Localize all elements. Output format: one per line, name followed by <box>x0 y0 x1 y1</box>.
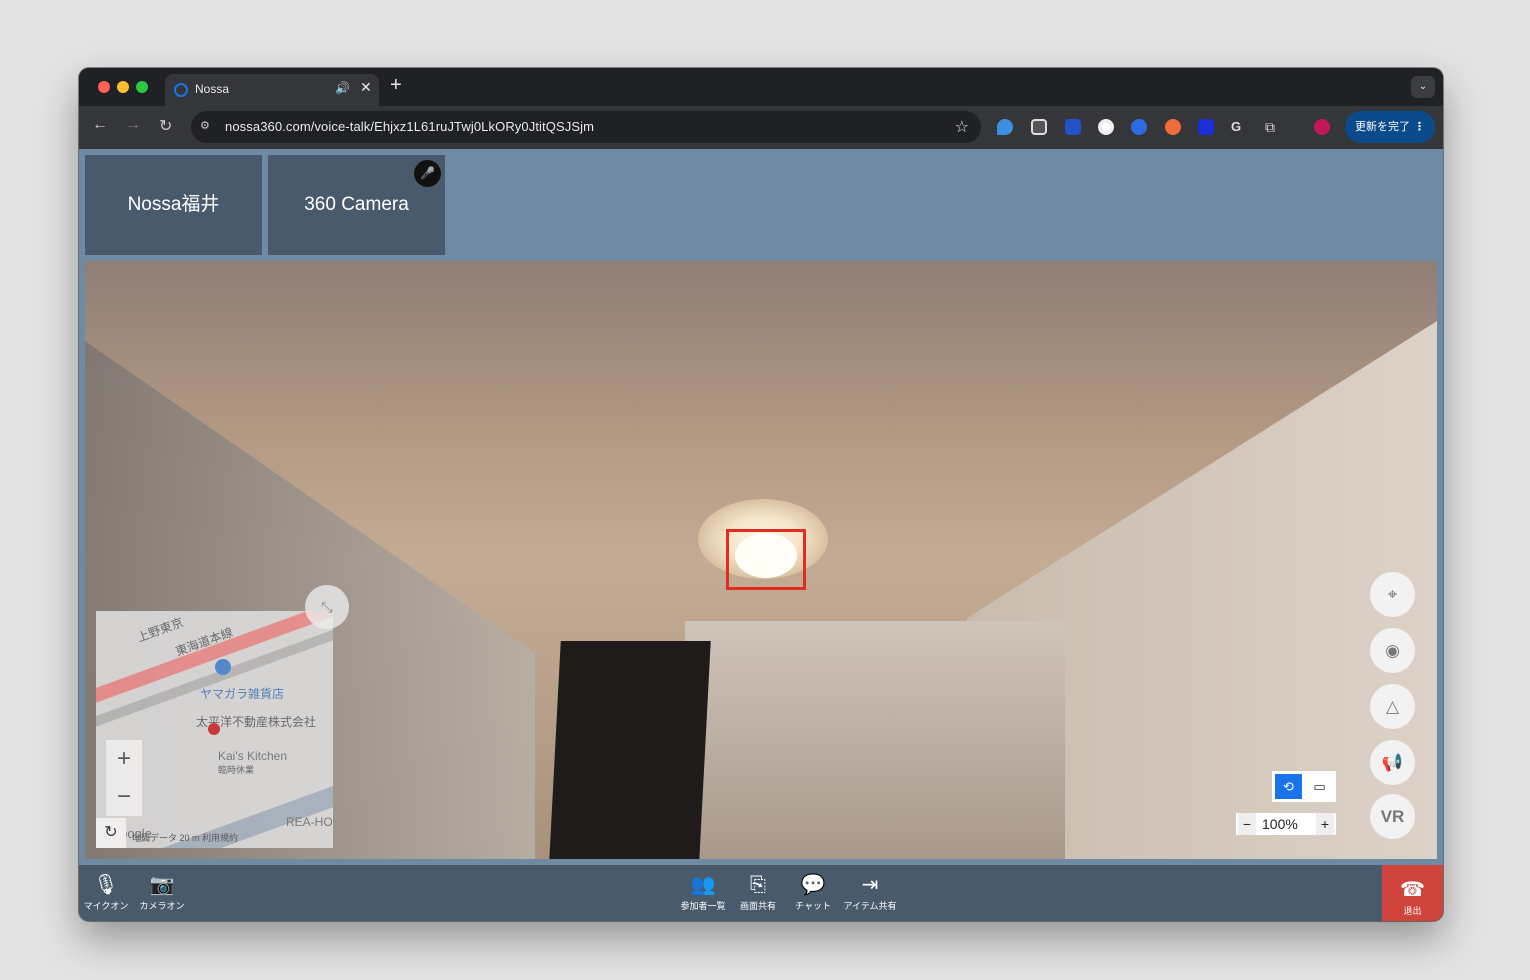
participants-button-label: 参加者一覧 <box>680 901 726 911</box>
participant-name: 360 Camera <box>304 194 409 215</box>
speaker-icon[interactable]: 🔊 <box>335 81 350 95</box>
update-button[interactable]: 更新を完了 ⋮ <box>1345 111 1435 143</box>
screen-share-button[interactable]: ⎘ 画面共有 <box>728 873 788 912</box>
map-zoom-in-button[interactable]: + <box>106 740 142 778</box>
browser-menu-icon[interactable]: ⋮ <box>1414 111 1425 143</box>
update-button-label: 更新を完了 <box>1355 121 1410 133</box>
extension-shield-icon[interactable] <box>1065 119 1081 135</box>
profile-avatar[interactable] <box>1314 119 1330 135</box>
participant-name: Nossa福井 <box>127 194 220 215</box>
camera-off-icon: 📷 <box>149 874 175 896</box>
pointer-icon[interactable]: △ <box>1370 684 1415 729</box>
tab-title: Nossa <box>195 82 230 96</box>
view-mode-toggle: ⟲ ▭ <box>1272 771 1336 802</box>
hang-up-icon: ☎ <box>1400 879 1425 901</box>
participant-tile-360-camera[interactable]: 360 Camera 🎤 <box>268 155 445 255</box>
chat-button[interactable]: 💬 チャット <box>783 873 843 912</box>
map-reset-icon[interactable]: ↻ <box>96 818 126 848</box>
place-marker-icon[interactable]: ⌖ <box>1370 572 1415 617</box>
people-icon: 👥 <box>690 874 716 896</box>
map-zoom-control: + − <box>106 740 142 816</box>
call-controls-bar: 🎙 マイクオン 📷 カメラオン 👥 参加者一覧 ⎘ 画面共有 💬 チャット ⇥ <box>79 865 1443 921</box>
maximize-window-button[interactable] <box>136 81 148 93</box>
extensions-puzzle-icon[interactable]: ⧉ <box>1265 119 1281 135</box>
close-window-button[interactable] <box>98 81 110 93</box>
item-share-icon: ⇥ <box>861 874 879 896</box>
zoom-in-button[interactable]: + <box>1316 813 1334 835</box>
highlight-box <box>726 529 806 590</box>
leave-button-label: 退出 <box>1403 906 1422 916</box>
map-label: Kai's Kitchen <box>218 749 287 763</box>
item-share-button[interactable]: ⇥ アイテム共有 <box>840 873 900 912</box>
camera-button-label: カメラオン <box>139 901 185 911</box>
current-location-dot <box>208 723 220 735</box>
new-tab-button[interactable]: + <box>390 74 402 97</box>
reload-icon[interactable]: ↻ <box>159 116 172 136</box>
mic-button-label: マイクオン <box>83 901 129 911</box>
extension-qr-icon[interactable] <box>1031 119 1047 135</box>
map-label: 臨時休業 <box>218 765 255 775</box>
scene-door <box>549 641 711 859</box>
tab-search-button[interactable]: ⌄ <box>1411 76 1435 98</box>
extension-blue-icon[interactable] <box>1198 119 1214 135</box>
record-icon[interactable]: ◉ <box>1370 628 1415 673</box>
flat-view-icon[interactable]: ▭ <box>1306 774 1333 799</box>
browser-toolbar: ← → ↻ ⚙ nossa360.com/voice-talk/Ehjxz1L6… <box>79 106 1443 149</box>
camera-button[interactable]: 📷 カメラオン <box>132 873 192 912</box>
site-info-icon[interactable]: ⚙ <box>200 119 214 133</box>
address-bar[interactable]: ⚙ nossa360.com/voice-talk/Ehjxz1L61ruJTw… <box>191 111 981 143</box>
microphone-icon: 🎤 <box>414 160 441 187</box>
tab-bar: Nossa 🔊 ✕ + ⌄ <box>79 68 1443 106</box>
url-text: nossa360.com/voice-talk/Ehjxz1L61ruJTwj0… <box>225 119 595 134</box>
extension-record-icon[interactable] <box>1098 119 1114 135</box>
zoom-control: − 100% + <box>1236 813 1336 835</box>
extension-g-icon[interactable]: G <box>1231 119 1247 135</box>
map-pin-icon[interactable] <box>215 659 231 675</box>
nossa-favicon-icon <box>174 83 188 97</box>
leave-button[interactable]: ☎ 退出 <box>1382 865 1443 921</box>
vr-button[interactable]: VR <box>1370 794 1415 839</box>
map-label: ヤマガラ雑貨店 <box>200 687 285 701</box>
chat-icon: 💬 <box>800 874 826 896</box>
participants-button[interactable]: 👥 参加者一覧 <box>673 873 733 912</box>
call-content: Nossa福井 360 Camera 🎤 上野東京 東海道本線 ヤマガラ雑貨店 … <box>79 149 1443 921</box>
announce-icon[interactable]: 📢 <box>1370 740 1415 785</box>
bookmark-star-icon[interactable]: ☆ <box>955 117 969 137</box>
zoom-out-button[interactable]: − <box>1238 813 1256 835</box>
minimize-window-button[interactable] <box>117 81 129 93</box>
screen-share-icon: ⎘ <box>750 874 766 896</box>
screen-share-button-label: 画面共有 <box>739 901 776 911</box>
map-zoom-out-button[interactable]: − <box>106 778 142 816</box>
mic-button[interactable]: 🎙 マイクオン <box>79 873 136 912</box>
browser-window: Nossa 🔊 ✕ + ⌄ ← → ↻ ⚙ nossa360.com/voice… <box>79 68 1443 921</box>
collapse-map-icon[interactable]: ⤡ <box>305 585 349 629</box>
extension-bolt-icon[interactable] <box>1131 119 1147 135</box>
panorama-viewer[interactable]: 上野東京 東海道本線 ヤマガラ雑貨店 太平洋不動産株式会社 Kai's Kitc… <box>85 261 1437 859</box>
participant-tile-nossa[interactable]: Nossa福井 <box>85 155 262 255</box>
map-label: REA-HO <box>286 815 333 829</box>
item-share-button-label: アイテム共有 <box>843 901 897 911</box>
close-tab-icon[interactable]: ✕ <box>360 79 372 96</box>
forward-icon[interactable]: → <box>125 116 141 134</box>
zoom-value: 100% <box>1262 816 1298 832</box>
panorama-view-icon[interactable]: ⟲ <box>1275 774 1302 799</box>
scene-center-wall <box>685 621 1065 859</box>
extension-orange-icon[interactable] <box>1165 119 1181 135</box>
map-footer: 地図データ 20 m 利用規約 <box>132 833 239 843</box>
extension-diamond-icon[interactable] <box>997 119 1013 135</box>
back-icon[interactable]: ← <box>92 116 108 134</box>
tab-nossa[interactable]: Nossa 🔊 ✕ <box>165 74 379 106</box>
minimap[interactable]: 上野東京 東海道本線 ヤマガラ雑貨店 太平洋不動産株式会社 Kai's Kitc… <box>96 611 333 848</box>
mic-off-icon: 🎙 <box>93 874 119 896</box>
chat-button-label: チャット <box>795 901 831 911</box>
